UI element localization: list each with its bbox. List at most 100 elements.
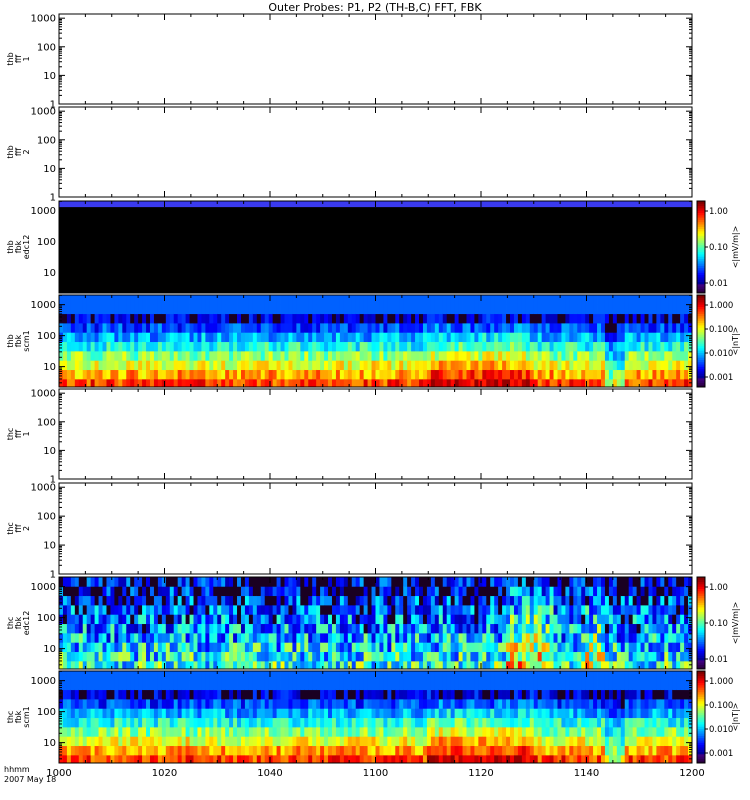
spectrogram-cell: [201, 322, 206, 333]
spectrogram-cell: [288, 614, 293, 625]
spectrogram-cell: [470, 660, 475, 670]
spectrogram-cell: [513, 322, 519, 333]
spectrogram-cell: [597, 322, 602, 333]
spectrogram-cell: [94, 322, 99, 333]
spectrogram-cell: [256, 642, 262, 653]
spectrogram-cell: [383, 736, 388, 747]
spectrogram-cell: [470, 313, 475, 324]
spectrogram-cell: [78, 660, 84, 670]
spectrogram-cell: [470, 586, 475, 597]
spectrogram-cell: [292, 717, 297, 728]
spectrogram-cell: [126, 680, 131, 691]
spectrogram-cell: [506, 660, 511, 670]
spectrogram-cell: [233, 708, 238, 719]
spectrogram-cell: [256, 586, 262, 597]
spectrogram-cell: [142, 378, 147, 388]
spectrogram-cell: [130, 717, 135, 728]
spectrogram-cell: [280, 632, 285, 643]
spectrogram-cell: [288, 295, 293, 305]
spectrogram-cell: [260, 614, 266, 625]
spectrogram-cell: [308, 660, 313, 670]
spectrogram-cell: [248, 717, 254, 728]
spectrogram-cell: [102, 726, 107, 737]
spectrogram-cell: [185, 754, 190, 764]
spectrogram-cell: [624, 304, 630, 315]
spectrogram-cell: [676, 660, 681, 670]
spectrogram-cell: [604, 586, 610, 597]
spectrogram-cell: [181, 313, 186, 324]
spectrogram-cell: [541, 614, 547, 625]
spectrogram-cell: [593, 295, 598, 305]
spectrogram-cell: [284, 586, 289, 597]
spectrogram-cell: [585, 313, 590, 324]
spectrogram-cell: [561, 586, 566, 597]
spectrogram-cell: [498, 295, 503, 305]
spectrogram-cell: [411, 604, 416, 615]
spectrogram-cell: [260, 360, 266, 371]
spectrogram-cell: [90, 332, 96, 343]
spectrogram-cell: [149, 614, 155, 625]
spectrogram-cell: [411, 378, 416, 388]
spectrogram-cell: [652, 304, 657, 315]
spectrogram-cell: [308, 680, 313, 691]
spectrogram-cell: [276, 341, 281, 352]
spectrogram-cell: [486, 632, 491, 643]
spectrogram-cell: [383, 651, 388, 662]
spectrogram-cell: [498, 632, 503, 643]
spectrogram-cell: [632, 586, 638, 597]
spectrogram-cell: [581, 378, 586, 388]
spectrogram-cell: [66, 651, 72, 662]
spectrogram-cell: [98, 660, 103, 670]
spectrogram-cell: [165, 360, 171, 371]
spectrogram-cell: [442, 369, 448, 380]
spectrogram-cell: [324, 671, 329, 681]
y-axis-label: thb fff 2: [6, 145, 31, 158]
colorbar-tick-label: 0.10: [709, 243, 728, 253]
spectrogram-cell: [510, 304, 515, 315]
spectrogram-cell: [351, 680, 357, 691]
spectrogram-cell: [201, 586, 206, 597]
spectrogram-cell: [632, 350, 638, 361]
spectrogram-cell: [541, 660, 547, 670]
spectrogram-cell: [462, 577, 467, 587]
spectrogram-cell: [482, 595, 487, 606]
spectrogram-cell: [256, 708, 262, 719]
spectrogram-cell: [252, 671, 258, 681]
spectrogram-cell: [636, 586, 641, 597]
spectrogram-cell: [355, 369, 361, 380]
spectrogram-cell: [652, 577, 657, 587]
spectrogram-cell: [525, 642, 531, 653]
spectrogram-cell: [272, 378, 277, 388]
spectrogram-cell: [640, 332, 645, 343]
spectrogram-cell: [316, 332, 321, 343]
spectrogram-cell: [177, 577, 183, 587]
spectrogram-cell: [450, 614, 456, 625]
spectrogram-cell: [589, 304, 594, 315]
spectrogram-cell: [672, 332, 677, 343]
spectrogram-cell: [359, 671, 365, 681]
spectrogram-cell: [173, 726, 179, 737]
spectrogram-cell: [581, 295, 586, 305]
spectrogram-cell: [513, 341, 519, 352]
spectrogram-cell: [498, 595, 503, 606]
spectrogram-cell: [106, 717, 111, 728]
spectrogram-cell: [597, 614, 602, 625]
spectrogram-cell: [296, 642, 301, 653]
spectrogram-cell: [197, 350, 202, 361]
spectrogram-cell: [130, 623, 135, 634]
spectrogram-cell: [94, 577, 99, 587]
spectrogram-cell: [256, 350, 262, 361]
spectrogram-cell: [118, 671, 123, 681]
spectrogram-cell: [205, 322, 210, 333]
spectrogram-cell: [557, 623, 562, 634]
spectrogram-cell: [419, 332, 424, 343]
spectrogram-cell: [557, 586, 562, 597]
spectrogram-cell: [335, 350, 341, 361]
spectrogram-cell: [217, 623, 222, 634]
spectrogram-cell: [363, 708, 368, 719]
spectrogram-cell: [446, 586, 452, 597]
spectrogram-cell: [601, 313, 606, 324]
spectrogram-cell: [300, 604, 305, 615]
spectrogram-cell: [316, 378, 321, 388]
spectrogram-cell: [98, 623, 103, 634]
